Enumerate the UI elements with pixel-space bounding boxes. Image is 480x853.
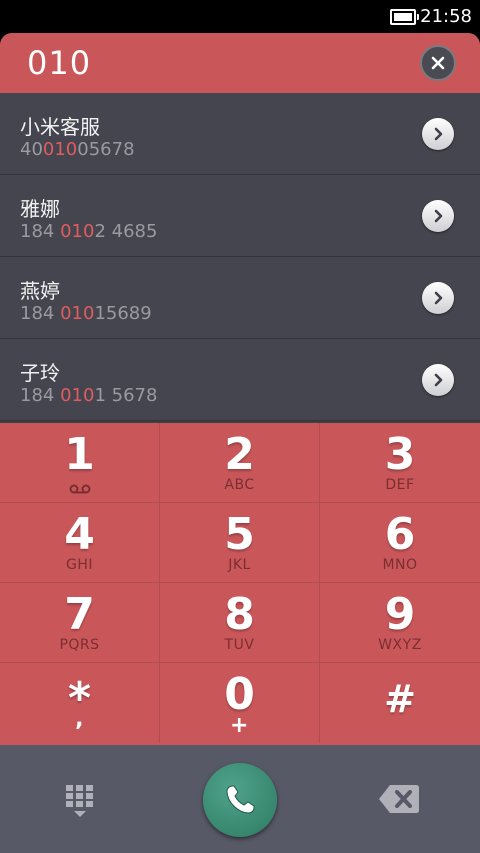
chevron-right-icon [434,291,443,305]
key-hash[interactable]: # [320,663,480,743]
contact-detail-button[interactable] [422,282,454,314]
call-button[interactable] [203,763,277,837]
contact-row[interactable]: 小米客服 4001005678 [0,93,480,175]
keypad: 1 2 ABC 3 DEF 4 GHI 5 JKL 6 MNO 7 PQRS 8… [0,423,480,745]
status-time: 21:58 [420,6,472,27]
key-5[interactable]: 5 JKL [160,503,320,583]
contact-name: 小米客服 [20,115,100,139]
clear-button[interactable] [420,45,456,81]
phone-icon [226,785,255,814]
search-bar: 010 [0,33,480,93]
dial-query[interactable]: 010 [27,44,91,82]
contact-detail-button[interactable] [422,364,454,396]
contact-detail-button[interactable] [422,200,454,232]
contact-row[interactable]: 雅娜 184 0102 4685 [0,175,480,257]
contact-name: 雅娜 [20,197,60,221]
contact-number: 184 0102 4685 [20,221,158,242]
contact-number: 4001005678 [20,139,135,160]
dialpad-toggle-button[interactable] [60,781,100,821]
contact-name: 燕婷 [20,279,60,303]
contact-number: 184 0101 5678 [20,385,158,406]
status-bar: 21:58 [0,0,480,33]
action-bar [0,745,480,853]
contact-results: 小米客服 4001005678 雅娜 184 0102 4685 燕婷 184 … [0,93,480,421]
key-6[interactable]: 6 MNO [320,503,480,583]
backspace-icon [379,785,419,813]
close-icon [431,56,445,70]
battery-icon [390,8,420,25]
key-2[interactable]: 2 ABC [160,423,320,503]
key-1[interactable]: 1 [0,423,160,503]
key-7[interactable]: 7 PQRS [0,583,160,663]
contact-name: 子玲 [20,361,60,385]
key-0[interactable]: 0 + [160,663,320,743]
chevron-right-icon [434,127,443,141]
dialpad-icon [66,785,93,817]
contact-row[interactable]: 子玲 184 0101 5678 [0,339,480,421]
chevron-right-icon [434,209,443,223]
key-4[interactable]: 4 GHI [0,503,160,583]
contact-number: 184 01015689 [20,303,152,324]
chevron-right-icon [434,373,443,387]
key-star[interactable]: * , [0,663,160,743]
key-3[interactable]: 3 DEF [320,423,480,503]
dialer-panel: 010 小米客服 4001005678 雅娜 184 0102 4685 燕婷 … [0,33,480,853]
key-9[interactable]: 9 WXYZ [320,583,480,663]
voicemail-icon [69,484,90,494]
contact-row[interactable]: 燕婷 184 01015689 [0,257,480,339]
key-8[interactable]: 8 TUV [160,583,320,663]
backspace-button[interactable] [378,783,420,815]
contact-detail-button[interactable] [422,118,454,150]
